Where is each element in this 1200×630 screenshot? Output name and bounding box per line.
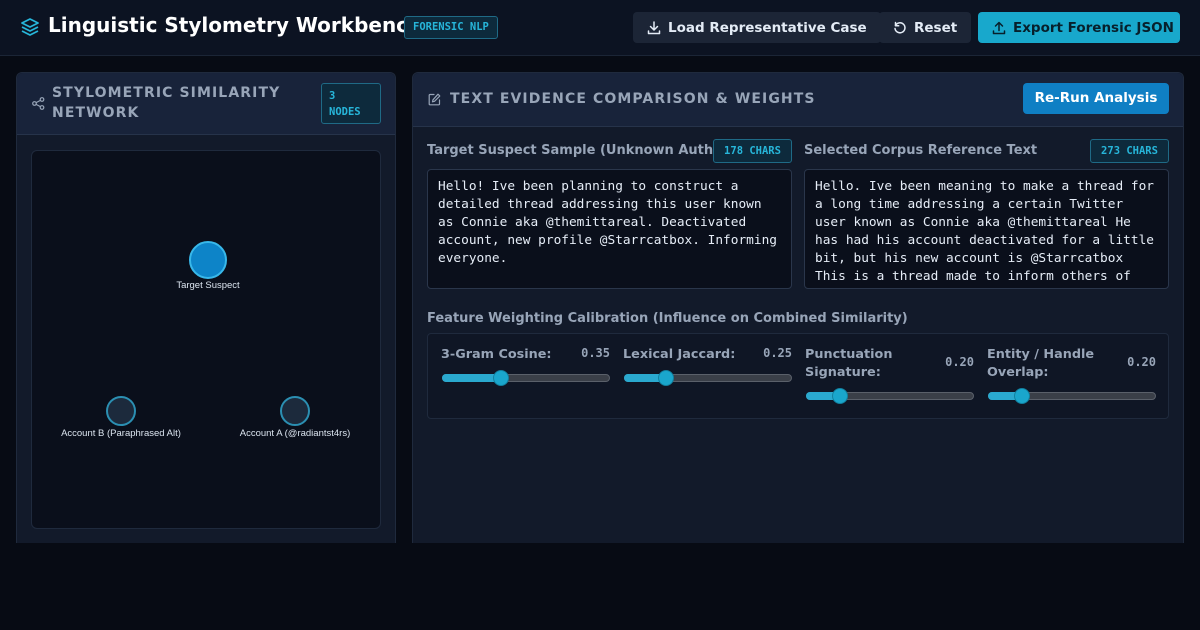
ngram-cosine-slider[interactable] [442,368,612,388]
download-icon [647,20,661,34]
weight-label-ngram: 3-Gram Cosine: [441,347,552,362]
reference-text-label: Selected Corpus Reference Text [804,143,1038,158]
upload-icon [992,21,1006,34]
rerun-analysis-button[interactable]: Re-Run Analysis [1023,83,1169,114]
network-panel-header: STYLOMETRIC SIMILARITY NETWORK 3 NODES [17,73,395,135]
target-sample-label: Target Suspect Sample (Unknown Author) [427,143,735,158]
lexical-jaccard-slider[interactable] [624,368,794,388]
node-label: Account A (@radiantst4rs) [240,428,351,439]
top-bar: Linguistic Stylometry Workbench FORENSIC… [0,0,1200,56]
node-label: Target Suspect [176,280,240,291]
comparison-panel-title: TEXT EVIDENCE COMPARISON & WEIGHTS [450,91,816,107]
node-account-b[interactable]: Account B (Paraphrased Alt) [61,396,181,439]
export-json-button[interactable]: Export Forensic JSON [978,12,1180,43]
node-target-suspect[interactable]: Target Suspect [176,241,240,291]
edit-icon [428,93,441,106]
punctuation-signature-slider[interactable] [806,386,976,406]
reset-icon [894,21,906,34]
weight-value-punctuation: 0.20 [945,355,974,369]
share-icon [32,97,45,110]
weight-label-entity: Entity / Handle Overlap: [987,347,1095,380]
layers-icon [21,18,39,36]
reset-button[interactable]: Reset [879,12,972,43]
network-panel-title: STYLOMETRIC SIMILARITY NETWORK [52,85,281,121]
forensic-nlp-badge: FORENSIC NLP [404,16,498,39]
export-json-label: Export Forensic JSON [1013,19,1174,36]
weights-section-title: Feature Weighting Calibration (Influence… [427,311,908,326]
weight-value-jaccard: 0.25 [763,346,792,360]
reference-char-count: 273 CHARS [1090,139,1169,163]
node-account-a[interactable]: Account A (@radiantst4rs) [240,396,351,439]
weight-label-punctuation: Punctuation Signature: [805,347,893,380]
reset-label: Reset [914,19,958,36]
node-count-badge: 3 NODES [321,83,381,124]
weight-label-jaccard: Lexical Jaccard: [623,347,736,362]
weights-panel: 3-Gram Cosine: 0.35 Lexical Jaccard: 0.2… [427,333,1169,419]
load-case-label: Load Representative Case [668,19,867,36]
target-char-count: 178 CHARS [713,139,792,163]
comparison-panel-header: TEXT EVIDENCE COMPARISON & WEIGHTS Re-Ru… [413,73,1183,127]
text-comparison-panel: TEXT EVIDENCE COMPARISON & WEIGHTS Re-Ru… [412,72,1184,543]
entity-handle-overlap-slider[interactable] [988,386,1158,406]
network-graph: Target Suspect Account B (Paraphrased Al… [31,150,381,529]
network-graph-canvas: Target Suspect Account B (Paraphrased Al… [61,241,351,439]
app-title: Linguistic Stylometry Workbench [48,13,423,37]
target-sample-textarea[interactable]: Hello! Ive been planning to construct a … [427,169,792,289]
load-case-button[interactable]: Load Representative Case [633,12,881,43]
weight-value-entity: 0.20 [1127,355,1156,369]
weight-value-ngram: 0.35 [581,346,610,360]
node-label: Account B (Paraphrased Alt) [61,428,181,439]
similarity-network-panel: STYLOMETRIC SIMILARITY NETWORK 3 NODES T… [16,72,396,543]
reference-text-textarea[interactable]: Hello. Ive been meaning to make a thread… [804,169,1169,289]
